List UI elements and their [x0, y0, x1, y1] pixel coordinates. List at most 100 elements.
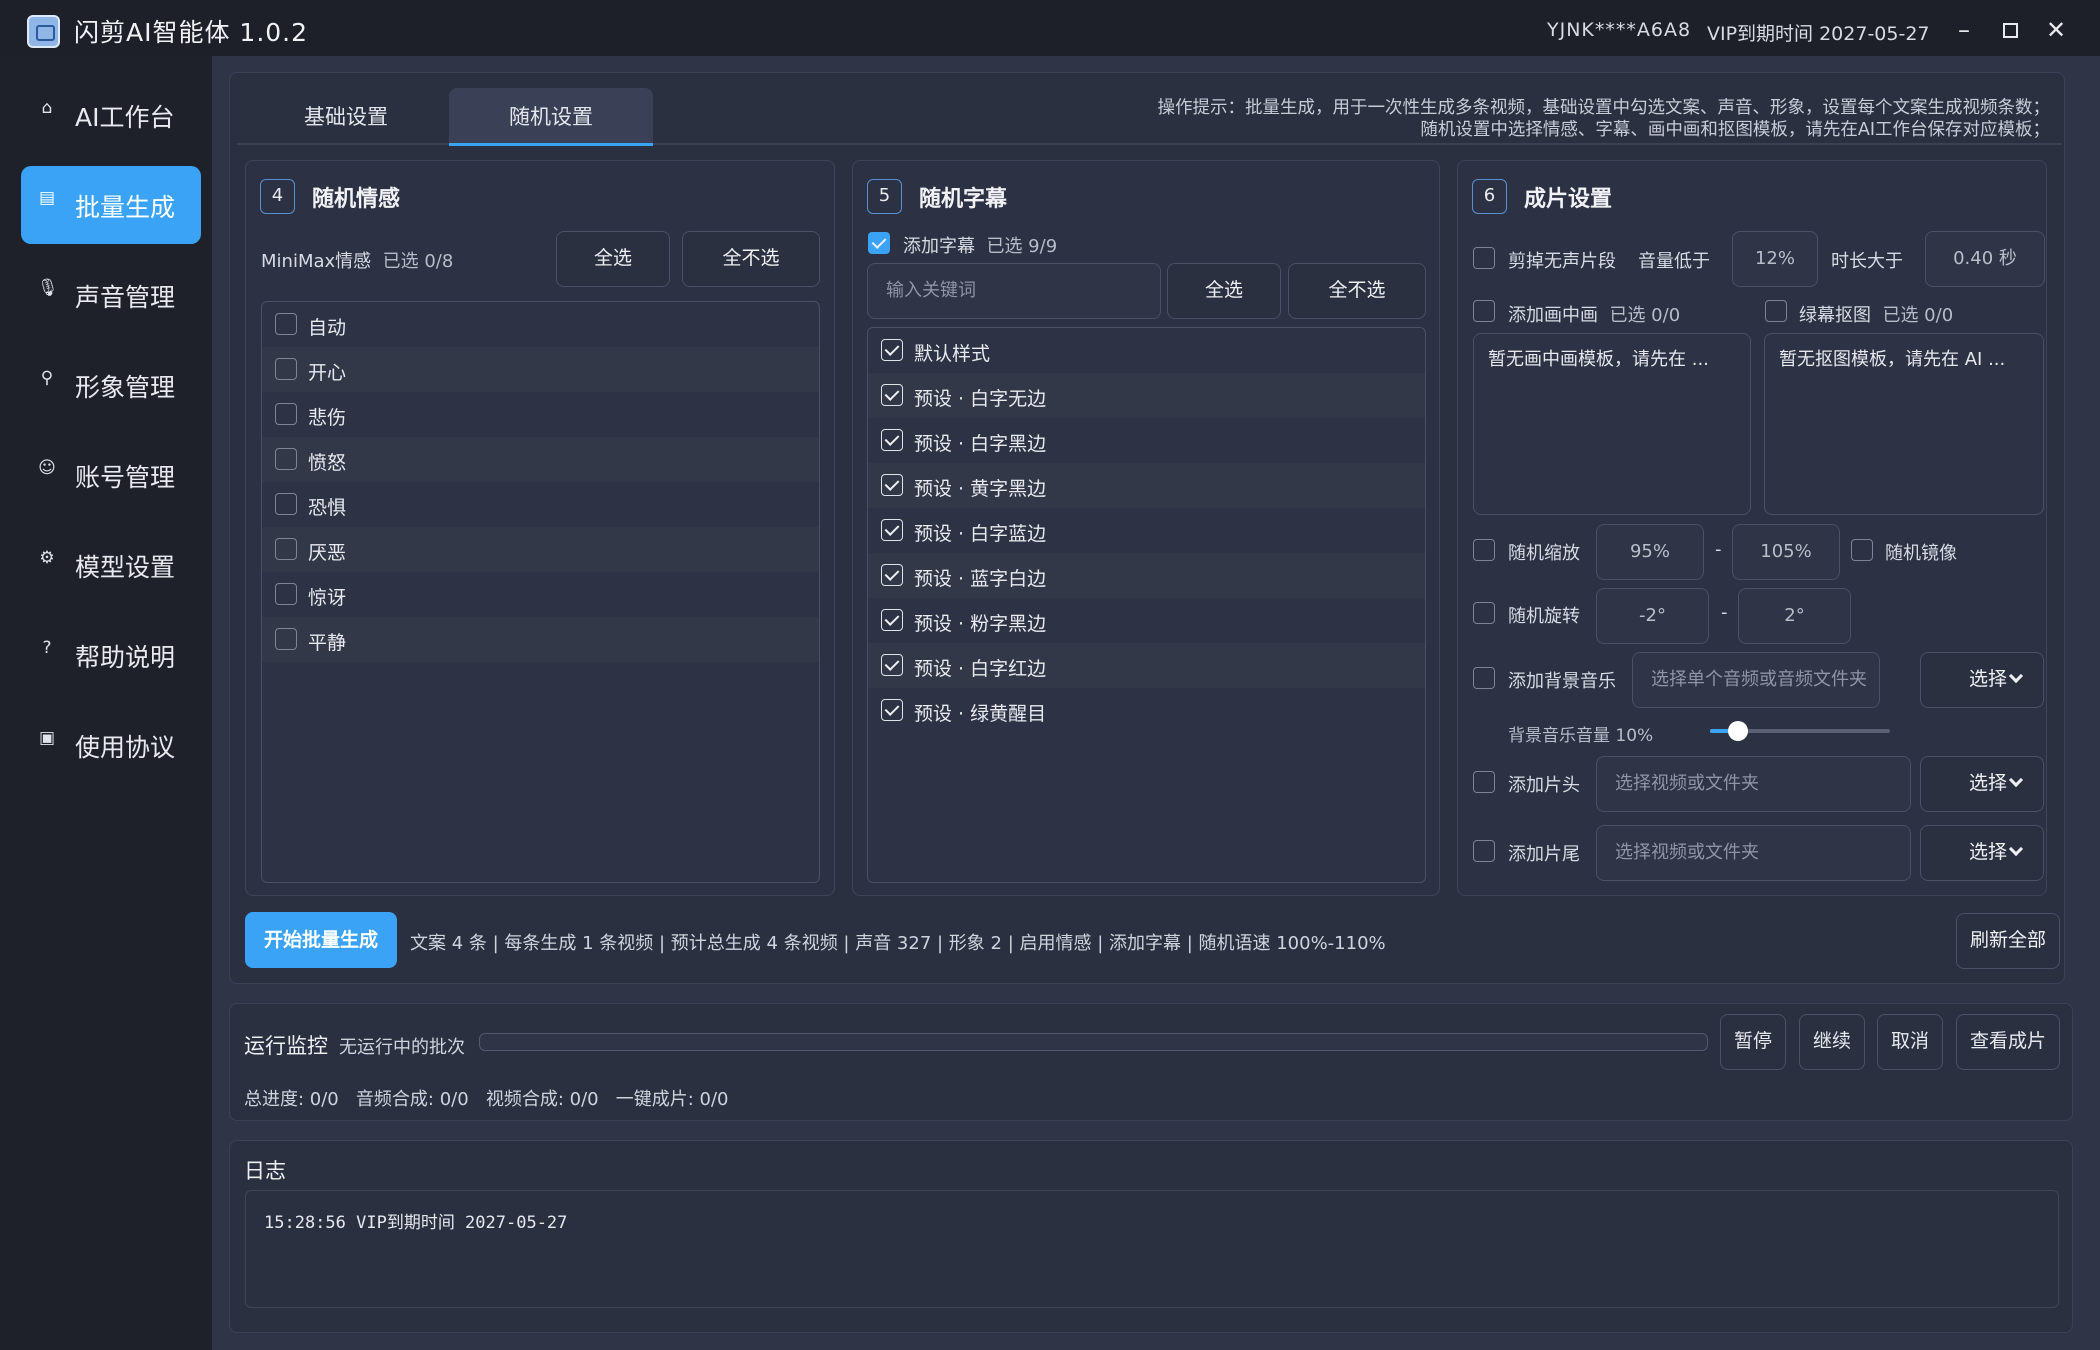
add-subtitle-text: 添加字幕 [903, 236, 975, 257]
list-item[interactable]: 预设 · 黄字黑边 [868, 463, 1425, 508]
sidebar-item-agreement[interactable]: ▣ 使用协议 [21, 706, 201, 784]
emotion-checkbox[interactable] [275, 403, 297, 425]
add-subtitle-label: 添加字幕 已选 9/9 [903, 232, 1057, 258]
list-item[interactable]: 开心 [262, 347, 819, 392]
close-button[interactable]: ✕ [2038, 14, 2074, 46]
zoom-min-input[interactable]: 95% [1596, 524, 1704, 580]
emotion-checkbox[interactable] [275, 313, 297, 335]
subtitle-checkbox[interactable] [881, 609, 903, 631]
list-item[interactable]: 预设 · 白字黑边 [868, 418, 1425, 463]
refresh-all-button[interactable]: 刷新全部 [1956, 913, 2060, 969]
outro-path-input[interactable]: 选择视频或文件夹 [1596, 825, 1911, 881]
tab-basic-settings[interactable]: 基础设置 [253, 88, 439, 146]
sidebar-item-help[interactable]: ? 帮助说明 [21, 616, 201, 694]
list-item[interactable]: 平静 [262, 617, 819, 662]
zoom-range-dash: - [1715, 539, 1722, 560]
remove-silence-checkbox[interactable] [1473, 247, 1495, 269]
subtitle-select-all-button[interactable]: 全选 [1167, 263, 1281, 319]
emotion-checkbox[interactable] [275, 358, 297, 380]
start-batch-button[interactable]: 开始批量生成 [245, 912, 397, 968]
home-icon: ⌂ [41, 98, 53, 118]
intro-choose-button[interactable]: 选择 [1920, 756, 2044, 812]
list-item[interactable]: 预设 · 绿黄醒目 [868, 688, 1425, 733]
tab-random-settings[interactable]: 随机设置 [449, 88, 653, 146]
random-rotate-checkbox[interactable] [1473, 602, 1495, 624]
choose-label: 选择 [1969, 772, 2008, 794]
random-zoom-checkbox[interactable] [1473, 539, 1495, 561]
random-zoom-label: 随机缩放 [1508, 543, 1580, 564]
list-item[interactable]: 厌恶 [262, 527, 819, 572]
pause-button[interactable]: 暂停 [1720, 1014, 1786, 1070]
view-output-button[interactable]: 查看成片 [1956, 1014, 2060, 1070]
subtitle-search-input[interactable]: 输入关键词 [867, 263, 1161, 319]
emotion-checkbox[interactable] [275, 538, 297, 560]
sidebar-item-account[interactable]: ☺ 账号管理 [21, 436, 201, 514]
list-item-label: 悲伤 [308, 407, 347, 429]
resume-button[interactable]: 继续 [1799, 1014, 1865, 1070]
zoom-max-input[interactable]: 105% [1732, 524, 1840, 580]
add-pip-checkbox[interactable] [1473, 300, 1495, 322]
list-item[interactable]: 愤怒 [262, 437, 819, 482]
add-bgm-checkbox[interactable] [1473, 667, 1495, 689]
section-number: 5 [867, 179, 902, 214]
list-item[interactable]: 预设 · 白字蓝边 [868, 508, 1425, 553]
subtitle-checkbox[interactable] [881, 384, 903, 406]
sidebar-item-voice[interactable]: 🎙 声音管理 [21, 256, 201, 334]
subtitle-checkbox[interactable] [881, 699, 903, 721]
minimize-button[interactable]: – [1946, 14, 1982, 46]
bgm-path-input[interactable]: 选择单个音频或音频文件夹 [1632, 652, 1880, 708]
sidebar-item-avatar[interactable]: ⚲ 形象管理 [21, 346, 201, 424]
emotion-select-none-button[interactable]: 全不选 [682, 231, 820, 287]
sidebar-item-ai-workbench[interactable]: ⌂ AI工作台 [21, 76, 201, 154]
add-outro-checkbox[interactable] [1473, 840, 1495, 862]
list-item[interactable]: 恐惧 [262, 482, 819, 527]
rotate-max-input[interactable]: 2° [1738, 588, 1851, 644]
maximize-button[interactable] [1992, 14, 2028, 46]
intro-path-input[interactable]: 选择视频或文件夹 [1596, 756, 1911, 812]
subtitle-checkbox[interactable] [881, 474, 903, 496]
list-item[interactable]: 悲伤 [262, 392, 819, 437]
subtitle-checkbox[interactable] [881, 519, 903, 541]
section-number: 4 [260, 179, 295, 214]
emotion-checkbox[interactable] [275, 448, 297, 470]
add-bgm-label: 添加背景音乐 [1508, 671, 1616, 692]
rotate-min-input[interactable]: -2° [1596, 588, 1709, 644]
add-intro-checkbox[interactable] [1473, 771, 1495, 793]
emotion-list: 自动 开心 悲伤 愤怒 恐惧 厌恶 惊讶 平静 [261, 301, 820, 883]
list-item[interactable]: 预设 · 白字无边 [868, 373, 1425, 418]
matting-template-list[interactable]: 暂无抠图模板，请先在 AI ... [1764, 333, 2044, 515]
list-item[interactable]: 预设 · 粉字黑边 [868, 598, 1425, 643]
emotion-checkbox[interactable] [275, 628, 297, 650]
green-screen-checkbox[interactable] [1765, 300, 1787, 322]
sidebar-item-model-settings[interactable]: ⚙ 模型设置 [21, 526, 201, 604]
random-rotate-label: 随机旋转 [1508, 606, 1580, 627]
emotion-select-all-button[interactable]: 全选 [556, 231, 670, 287]
subtitle-checkbox[interactable] [881, 654, 903, 676]
random-mirror-checkbox[interactable] [1851, 539, 1873, 561]
sidebar-item-label: 帮助说明 [75, 643, 176, 672]
list-item[interactable]: 预设 · 白字红边 [868, 643, 1425, 688]
subtitle-checkbox[interactable] [881, 429, 903, 451]
list-item[interactable]: 惊讶 [262, 572, 819, 617]
list-item-label: 平静 [308, 632, 347, 654]
bgm-volume-slider-handle[interactable] [1728, 721, 1748, 741]
user-icon: ⚲ [40, 368, 54, 388]
duration-threshold-input[interactable]: 0.40 秒 [1925, 231, 2045, 287]
emotion-checkbox[interactable] [275, 493, 297, 515]
emotion-checkbox[interactable] [275, 583, 297, 605]
list-item[interactable]: 默认样式 [868, 328, 1425, 373]
list-item[interactable]: 预设 · 蓝字白边 [868, 553, 1425, 598]
pip-template-list[interactable]: 暂无画中画模板，请先在 ... [1473, 333, 1751, 515]
app-title: 闪剪AI智能体 1.0.2 [74, 18, 309, 47]
bgm-choose-button[interactable]: 选择 [1920, 652, 2044, 708]
list-item[interactable]: 自动 [262, 302, 819, 347]
outro-choose-button[interactable]: 选择 [1920, 825, 2044, 881]
add-subtitle-checkbox[interactable] [868, 232, 890, 254]
sidebar-item-batch-generate[interactable]: ▤ 批量生成 [21, 166, 201, 244]
subtitle-checkbox[interactable] [881, 564, 903, 586]
cancel-button[interactable]: 取消 [1877, 1014, 1943, 1070]
volume-threshold-input[interactable]: 12% [1732, 231, 1818, 287]
subtitle-checkbox[interactable] [881, 339, 903, 361]
emotion-source-label: MiniMax情感 已选 0/8 [261, 247, 453, 273]
subtitle-select-none-button[interactable]: 全不选 [1288, 263, 1426, 319]
